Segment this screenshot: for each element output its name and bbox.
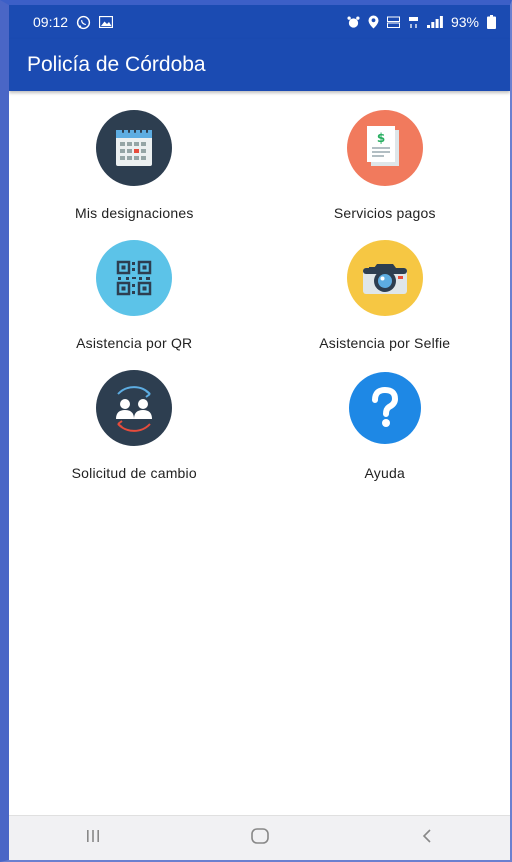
- recent-apps-button[interactable]: [63, 818, 123, 858]
- menu-item-servicios-pagos[interactable]: $ Servicios pagos: [260, 110, 511, 240]
- whatsapp-icon: [76, 15, 91, 30]
- menu-item-label: Asistencia por QR: [76, 335, 193, 351]
- menu-grid: Mis designaciones $ Servicios pagos Asis…: [9, 110, 510, 500]
- back-chevron-icon: [421, 828, 433, 849]
- phone-screen: 09:12 93% Policía de Córdoba Mis designa…: [0, 0, 512, 862]
- volte-icon: [386, 16, 400, 29]
- home-button[interactable]: [230, 818, 290, 858]
- menu-item-label: Mis designaciones: [74, 205, 194, 221]
- menu-item-ayuda[interactable]: Ayuda: [260, 370, 511, 500]
- app-title: Policía de Córdoba: [27, 53, 206, 76]
- users-exchange-icon: [96, 370, 173, 451]
- payment-receipt-icon: $: [346, 110, 423, 191]
- help-icon: [347, 370, 423, 451]
- menu-item-asistencia-qr[interactable]: Asistencia por QR: [9, 240, 260, 370]
- back-button[interactable]: [397, 818, 457, 858]
- signal-icon: [426, 16, 443, 28]
- svg-text:$: $: [377, 131, 385, 145]
- battery-icon: [487, 15, 496, 29]
- alarm-icon: [347, 15, 360, 29]
- menu-item-mis-designaciones[interactable]: Mis designaciones: [9, 110, 260, 240]
- menu-item-label: Ayuda: [364, 465, 405, 481]
- data-4g-icon: [408, 16, 419, 29]
- home-icon: [250, 827, 270, 850]
- recent-apps-icon: [85, 829, 101, 848]
- calendar-icon: [96, 110, 173, 191]
- menu-item-label: Solicitud de cambio: [71, 465, 197, 481]
- status-time: 09:12: [33, 14, 69, 30]
- menu-item-label: Servicios pagos: [333, 205, 436, 221]
- menu-item-solicitud-cambio[interactable]: Solicitud de cambio: [9, 370, 260, 500]
- status-left: 09:12: [33, 14, 114, 30]
- app-bar: Policía de Córdoba: [9, 39, 510, 91]
- battery-percent: 93%: [450, 14, 479, 30]
- gallery-icon: [99, 16, 114, 28]
- status-bar: 09:12 93%: [9, 5, 510, 39]
- location-icon: [368, 15, 379, 29]
- menu-item-label: Asistencia por Selfie: [319, 335, 451, 351]
- system-navigation-bar: [9, 815, 510, 860]
- camera-icon: [346, 240, 423, 321]
- qr-code-icon: [96, 240, 173, 321]
- status-right: 93%: [347, 14, 496, 30]
- menu-item-asistencia-selfie[interactable]: Asistencia por Selfie: [260, 240, 511, 370]
